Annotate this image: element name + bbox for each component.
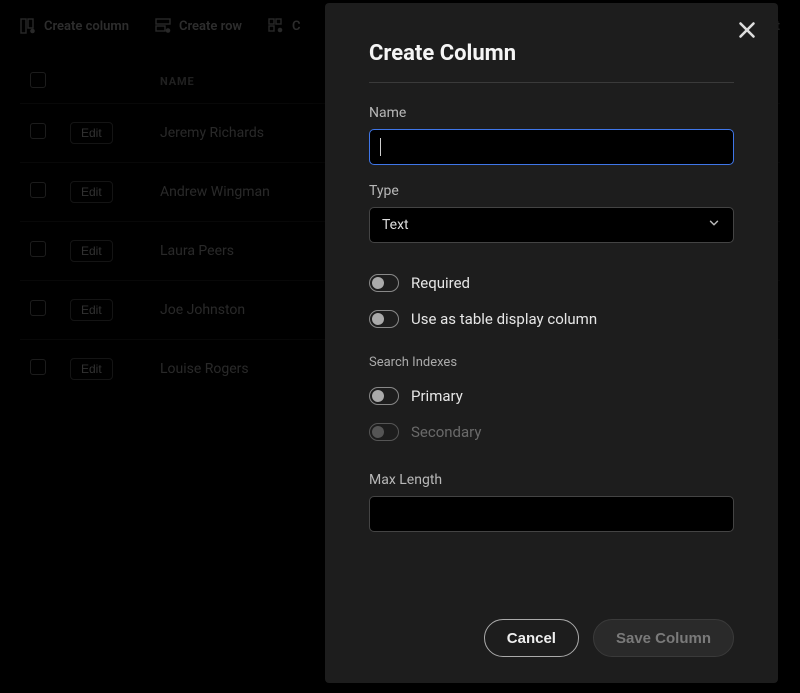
display-column-toggle[interactable]	[369, 310, 399, 328]
search-indexes-label: Search Indexes	[369, 355, 734, 370]
save-column-button: Save Column	[593, 619, 734, 657]
primary-index-toggle[interactable]	[369, 387, 399, 405]
type-label: Type	[369, 183, 734, 199]
required-toggle[interactable]	[369, 274, 399, 292]
name-label: Name	[369, 105, 734, 121]
modal-title: Create Column	[369, 41, 734, 66]
text-caret	[380, 138, 381, 156]
divider	[369, 82, 734, 83]
type-value: Text	[382, 217, 409, 233]
create-column-modal: Create Column Name Type Text Required Us…	[325, 3, 778, 683]
secondary-index-toggle	[369, 423, 399, 441]
max-length-input[interactable]	[369, 496, 734, 532]
display-column-label: Use as table display column	[411, 310, 597, 328]
name-input[interactable]	[369, 129, 734, 165]
required-label: Required	[411, 274, 470, 292]
max-length-label: Max Length	[369, 472, 734, 488]
cancel-button[interactable]: Cancel	[484, 619, 579, 657]
secondary-index-label: Secondary	[411, 423, 481, 441]
chevron-down-icon	[707, 216, 721, 234]
modal-actions: Cancel Save Column	[484, 619, 734, 657]
close-icon[interactable]	[734, 17, 760, 43]
type-select[interactable]: Text	[369, 207, 734, 243]
primary-index-label: Primary	[411, 387, 463, 405]
